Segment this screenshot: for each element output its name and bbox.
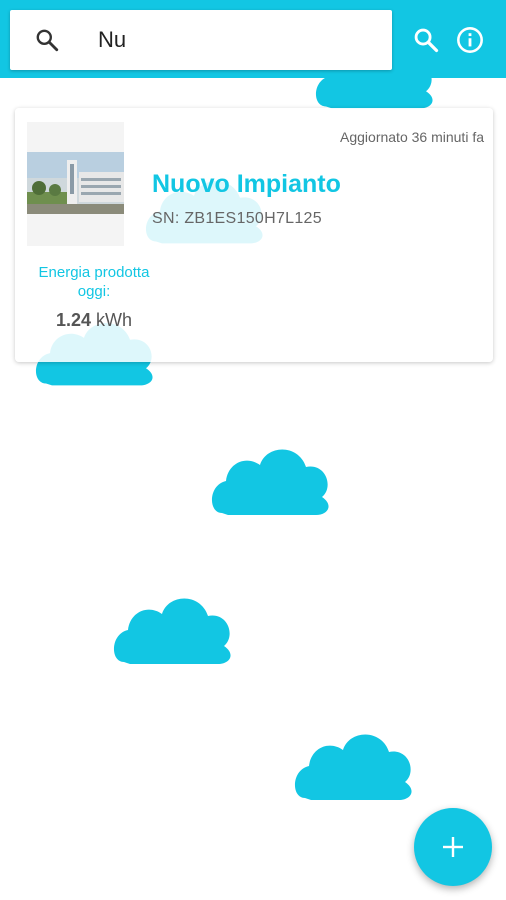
add-plant-button[interactable]	[414, 808, 492, 886]
cloud-icon	[113, 598, 231, 664]
energy-today-label: Energia prodotta oggi:	[38, 264, 150, 300]
search-bar[interactable]: Nu	[10, 10, 392, 70]
energy-today-value: 1.24 kWh	[27, 310, 161, 331]
cloud-icon	[211, 449, 329, 515]
search-icon[interactable]	[412, 26, 440, 54]
info-icon[interactable]	[456, 26, 484, 54]
search-icon	[36, 29, 59, 52]
plant-card[interactable]: Aggiornato 36 minuti fa Nuovo Impianto S…	[15, 108, 493, 362]
last-updated-text: Aggiornato 36 minuti fa	[340, 129, 484, 145]
app-screen: Nu Aggiornato 36 minuti fa Nuovo Impiant…	[0, 0, 506, 900]
energy-value-number: 1.24	[55, 310, 92, 330]
building-image	[27, 122, 124, 246]
cloud-icon	[294, 734, 412, 800]
search-input[interactable]: Nu	[98, 28, 126, 52]
plant-photo	[27, 122, 124, 246]
plant-name[interactable]: Nuovo Impianto	[152, 170, 341, 199]
plus-icon	[443, 837, 463, 857]
serial-number: SN: ZB1ES150H7L125	[152, 210, 322, 227]
energy-unit: kWh	[96, 310, 133, 330]
top-app-bar: Nu	[0, 0, 506, 78]
